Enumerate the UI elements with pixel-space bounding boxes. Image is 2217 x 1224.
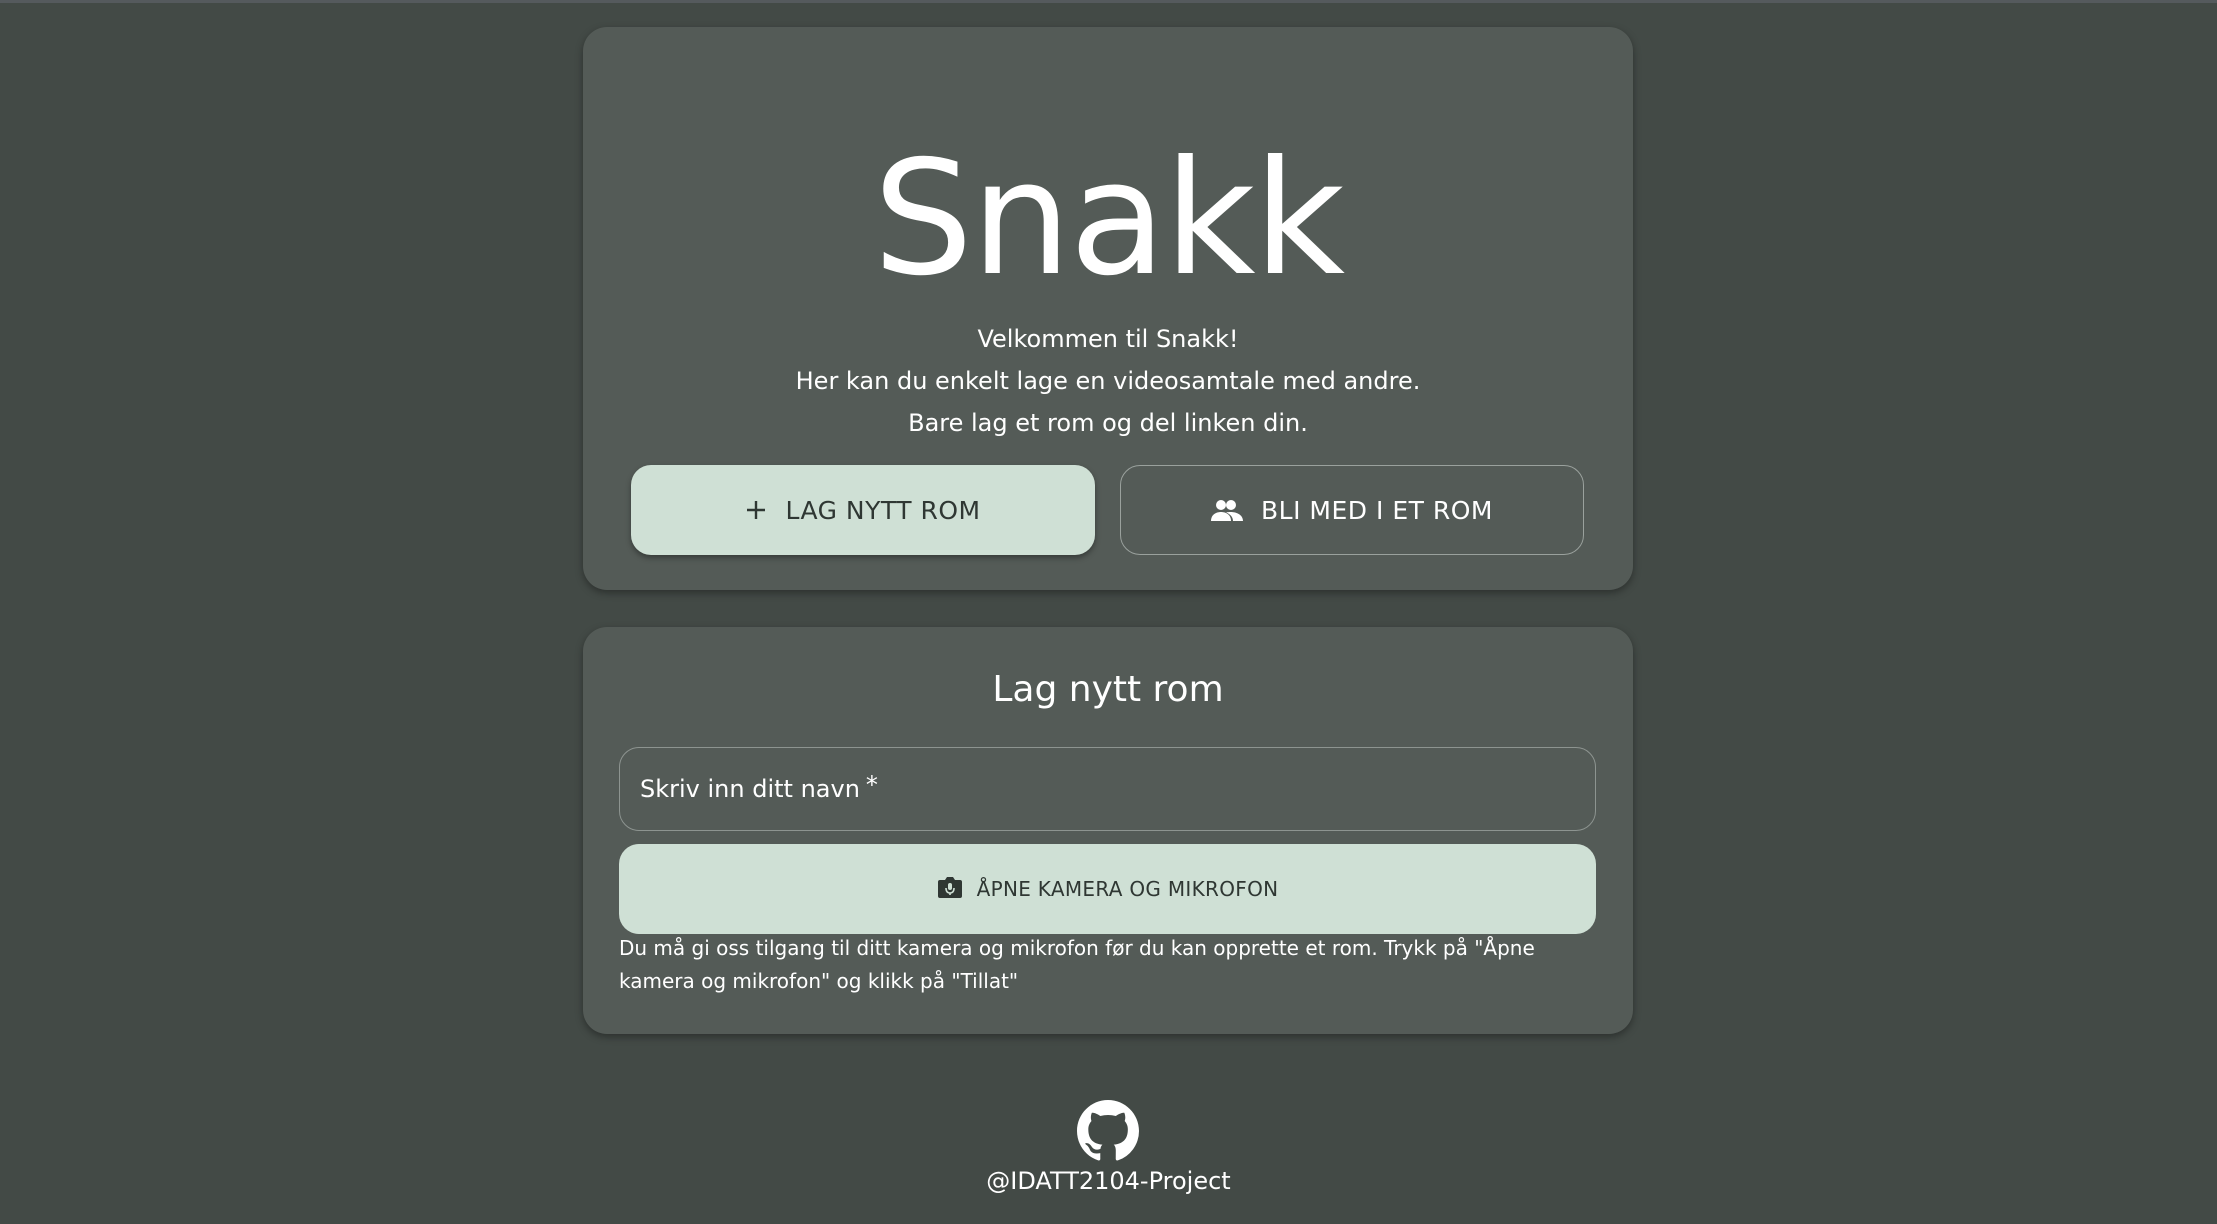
- welcome-card: Snakk Velkommen til Snakk! Her kan du en…: [583, 27, 1633, 590]
- name-input-placeholder: Skriv inn ditt navn: [640, 775, 860, 803]
- plus-icon: [745, 499, 767, 521]
- join-room-label: BLI MED I ET ROM: [1261, 495, 1493, 525]
- open-camera-microphone-label: ÅPNE KAMERA OG MIKROFON: [976, 877, 1279, 901]
- welcome-line: Bare lag et rom og del linken din.: [908, 409, 1308, 437]
- join-room-button[interactable]: BLI MED I ET ROM: [1120, 465, 1584, 555]
- required-marker: *: [865, 771, 878, 799]
- welcome-line: Velkommen til Snakk!: [977, 325, 1239, 353]
- create-room-button[interactable]: LAG NYTT ROM: [631, 465, 1095, 555]
- create-room-card: Lag nytt rom Skriv inn ditt navn * ÅPNE …: [583, 627, 1633, 1034]
- welcome-line: Her kan du enkelt lage en videosamtale m…: [795, 367, 1421, 395]
- open-camera-microphone-button[interactable]: ÅPNE KAMERA OG MIKROFON: [619, 844, 1596, 934]
- create-room-title: Lag nytt rom: [992, 669, 1224, 710]
- window-top-border: [0, 0, 2217, 3]
- name-input[interactable]: Skriv inn ditt navn *: [619, 747, 1596, 831]
- permission-help-text: Du må gi oss tilgang til ditt kamera og …: [619, 936, 1535, 993]
- github-icon[interactable]: [1077, 1100, 1139, 1162]
- welcome-text: Velkommen til Snakk! Her kan du enkelt l…: [583, 318, 1633, 444]
- people-icon: [1211, 499, 1244, 521]
- app-title: Snakk: [872, 127, 1345, 311]
- camera-mic-icon: [937, 875, 963, 904]
- github-handle-link[interactable]: @IDATT2104-Project: [0, 1164, 2217, 1198]
- create-room-label: LAG NYTT ROM: [785, 495, 981, 525]
